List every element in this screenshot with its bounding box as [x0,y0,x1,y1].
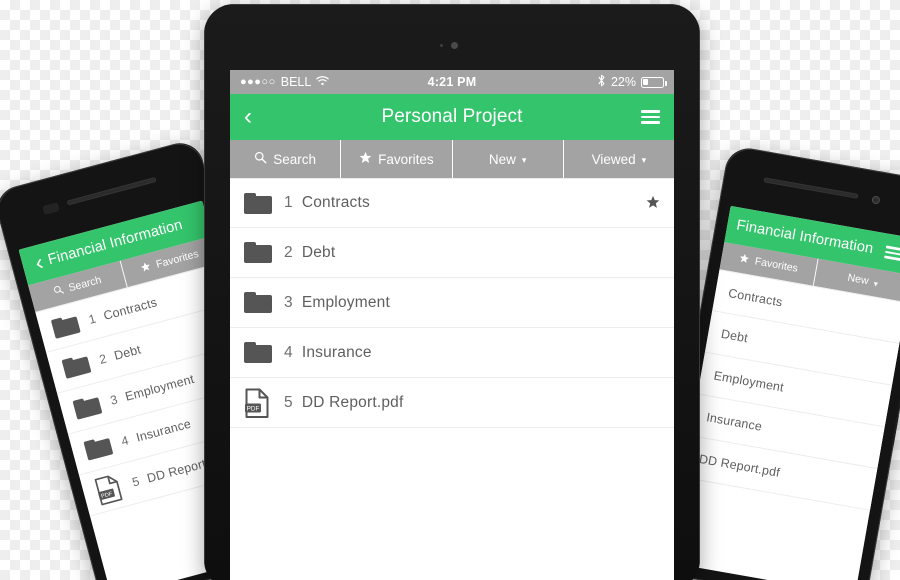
wifi-icon [316,75,330,89]
item-name: Insurance [301,343,372,361]
table-row[interactable]: 4 Insurance [230,328,674,378]
speaker-bar-icon [66,176,157,206]
item-name: Employment [301,293,390,311]
proximity-sensor-icon [440,44,443,47]
table-row[interactable]: 3 Employment [230,278,674,328]
tab-viewed[interactable]: Viewed ▾ [564,140,674,178]
item-number: 3 [284,293,293,311]
earpiece-grille-icon [42,202,60,215]
battery-icon [641,76,667,88]
folder-icon [50,310,92,339]
tab-label: Search [273,151,317,167]
folder-icon [244,292,284,313]
signal-strength-icon: ●●●○○ [240,76,276,88]
chevron-down-icon: ▾ [521,154,527,165]
tab-search[interactable]: Search [230,140,342,178]
chevron-down-icon: ▾ [873,278,879,289]
item-name: Employment [123,371,196,404]
navbar: ‹ Personal Project [230,94,674,140]
item-name: Insurance [705,410,764,434]
tab-label: Favorites [378,151,434,167]
clock-label: 4:21 PM [427,75,477,89]
tab-new[interactable]: New ▾ [453,140,564,178]
tab-label: Favorites [155,248,200,271]
item-name: Contracts [301,194,370,211]
item-name: Debt [301,243,336,261]
screen-right: Financial Information Favorites New ▾ Co… [667,205,900,580]
back-icon[interactable]: ‹ [33,250,47,276]
favorite-star-icon[interactable] [646,195,660,212]
item-number: 5 [284,393,293,411]
file-list-right: Contracts Debt Employment Insurance DD R… [682,269,900,511]
tab-label: New [846,272,870,287]
search-icon [52,284,65,299]
chevron-down-icon: ▾ [641,154,647,165]
hamburger-menu-icon[interactable] [641,110,660,124]
tab-label: Viewed [591,151,636,167]
table-row[interactable]: 2 Debt [230,228,674,278]
folder-icon [244,192,284,214]
item-name: Debt [720,326,750,346]
star-icon [359,151,372,167]
page-title: Personal Project [381,106,523,127]
tab-label: New [488,151,516,167]
carrier-label: BELL [280,75,312,89]
pdf-icon: PDF [93,469,136,505]
battery-percent-label: 22% [610,75,636,89]
star-icon [140,260,153,275]
item-name: DD Report.pdf [698,451,781,480]
folder-icon [72,392,114,420]
table-row[interactable]: 1 Contracts [230,178,674,228]
status-bar: ●●●○○ BELL 4:21 PM 22% [230,70,674,94]
item-name: Debt [112,342,143,363]
foreground-tablet: ●●●○○ BELL 4:21 PM 22% ‹ Personal Projec… [204,4,700,580]
tablet-screen: ●●●○○ BELL 4:21 PM 22% ‹ Personal Projec… [230,70,674,580]
item-number: 2 [284,243,293,261]
hamburger-menu-icon[interactable] [884,245,900,261]
app-right: Financial Information Favorites New ▾ Co… [682,205,900,511]
tab-label: Favorites [753,256,799,275]
item-name: Insurance [134,416,193,445]
tab-favorites[interactable]: Favorites [341,140,453,178]
item-name: Contracts [101,294,159,323]
folder-icon [61,351,103,379]
item-name: Contracts [727,285,784,309]
star-icon [738,252,750,266]
item-number: 1 [284,194,293,211]
bluetooth-icon [597,74,606,90]
pdf-icon: PDF [244,388,284,418]
table-row[interactable]: PDF 5 DD Report.pdf [230,378,674,428]
folder-icon [244,242,284,263]
item-number: 4 [284,343,293,361]
folder-icon [83,432,124,461]
front-camera-icon [871,195,881,205]
tab-label: Search [67,274,103,295]
volume-down-button[interactable] [891,415,900,447]
back-icon[interactable]: ‹ [244,105,252,129]
item-name: Employment [712,368,785,395]
front-camera-icon [451,42,458,49]
svg-text:PDF: PDF [247,405,260,412]
item-name: DD Report.pdf [301,393,404,411]
file-list: 1 Contracts 2 Debt 3 Employment 4 Insura… [230,178,674,428]
folder-icon [244,342,284,363]
speaker-bar-icon [763,177,859,199]
search-icon [254,151,267,167]
tabbar: Search Favorites New ▾ Viewed ▾ [230,140,674,178]
